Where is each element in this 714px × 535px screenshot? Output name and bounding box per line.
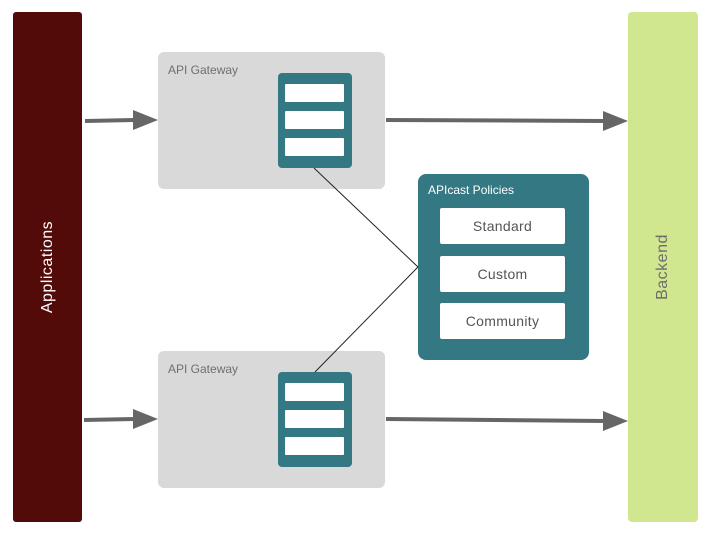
applications-column: Applications xyxy=(13,12,82,522)
policy-chain-icon xyxy=(278,372,352,467)
api-gateway-top: API Gateway xyxy=(158,52,385,189)
backend-column: Backend xyxy=(628,12,698,522)
applications-label: Applications xyxy=(38,220,56,314)
api-gateway-title: API Gateway xyxy=(168,63,239,77)
arrow-gateway-bottom-to-backend xyxy=(385,417,606,423)
policy-chain-icon xyxy=(278,73,352,168)
policy-slot xyxy=(285,437,344,455)
apicast-policies-box: APIcast Policies Standard Custom Communi… xyxy=(418,174,589,360)
api-gateway-bottom: API Gateway xyxy=(158,351,385,488)
arrow-app-to-gateway-top xyxy=(84,118,136,123)
api-gateway-title: API Gateway xyxy=(168,362,239,376)
policy-slot xyxy=(285,138,344,156)
policy-custom: Custom xyxy=(440,256,565,292)
policy-slot xyxy=(285,383,344,401)
policy-community: Community xyxy=(440,303,565,339)
apicast-policies-title: APIcast Policies xyxy=(428,183,515,197)
arrowhead-icon xyxy=(133,409,158,429)
arrowhead-icon xyxy=(603,111,628,131)
arrow-app-to-gateway-bottom xyxy=(83,417,136,422)
arrowhead-icon xyxy=(603,411,628,431)
policy-standard: Standard xyxy=(440,208,565,244)
policy-slot xyxy=(285,111,344,129)
arrow-gateway-top-to-backend xyxy=(385,118,606,123)
policy-slot xyxy=(285,410,344,428)
policy-slot xyxy=(285,84,344,102)
arrowhead-icon xyxy=(133,110,158,130)
backend-label: Backend xyxy=(654,234,671,300)
